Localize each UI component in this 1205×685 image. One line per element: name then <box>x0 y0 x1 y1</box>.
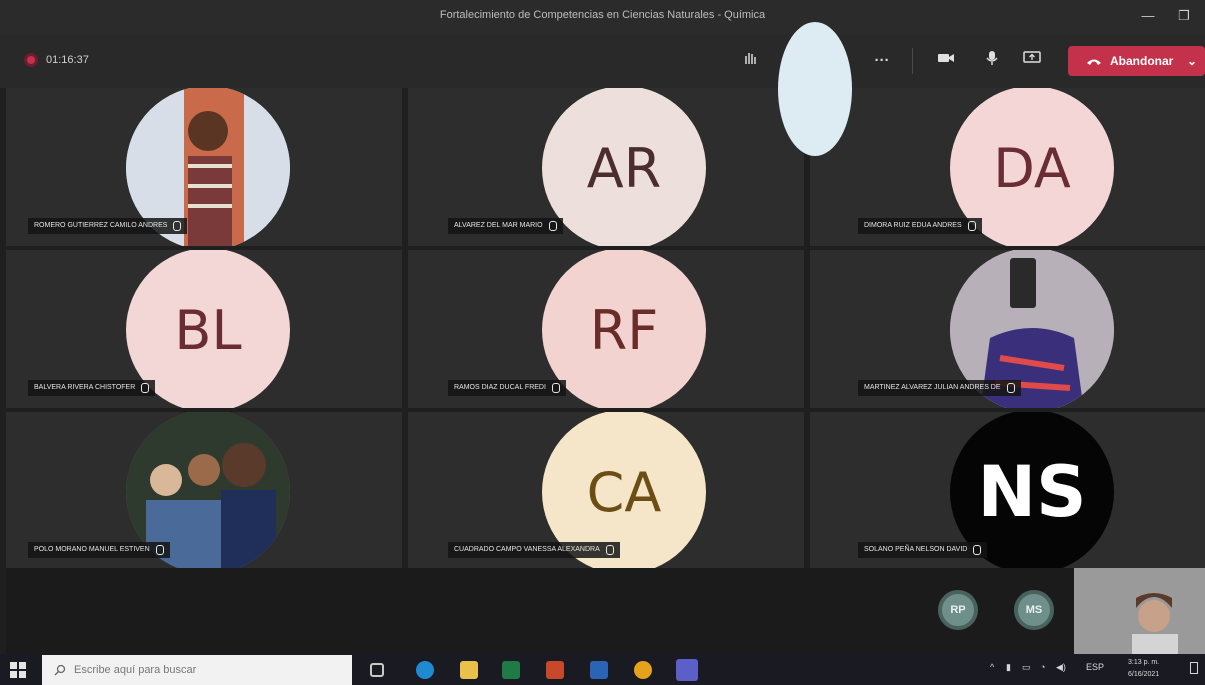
overflow-avatar[interactable]: RP <box>938 590 978 630</box>
toolbar-divider <box>912 48 913 74</box>
hang-up-icon <box>1087 59 1101 65</box>
raise-hand-button[interactable] <box>738 50 762 72</box>
participant-name: SOLANO PEÑA NELSON DAVID <box>858 542 988 558</box>
microphone-icon <box>986 51 998 65</box>
share-screen-icon <box>1023 51 1041 63</box>
participant-name: BALVERA RIVERA CHISTOFER <box>28 380 156 396</box>
person-photo-icon <box>1074 568 1205 654</box>
participant-name: MARTINEZ ALVAREZ JULIAN ANDRES DE <box>858 380 1021 396</box>
mic-muted-icon <box>173 221 182 231</box>
mic-muted-icon <box>1006 383 1015 393</box>
edge-icon[interactable] <box>416 661 434 679</box>
participant-name: CUADRADO CAMPO VANESSA ALEXANDRA <box>448 542 620 558</box>
clock-date: 6/16/2021 <box>1128 671 1160 678</box>
tray-expand-icon[interactable]: ^ <box>990 662 994 672</box>
language-indicator[interactable]: ESP <box>1086 662 1104 672</box>
mic-muted-icon <box>973 545 982 555</box>
leave-button[interactable]: Abandonar ⌄ <box>1068 46 1205 76</box>
notifications-icon[interactable] <box>1190 662 1198 674</box>
mic-muted-icon <box>967 221 976 231</box>
taskbar-clock[interactable]: 3:13 p. m. 6/16/2021 <box>1128 657 1159 681</box>
start-button[interactable] <box>10 662 26 678</box>
meeting-timer: 01:16:37 <box>24 53 89 67</box>
participant-grid: ROMERO GUTIERREZ CAMILO ANDRES AR ALVARE… <box>6 88 1205 570</box>
initials-avatar: RF <box>542 250 706 408</box>
chrome-icon[interactable] <box>634 661 652 679</box>
more-actions-button[interactable]: ··· <box>870 50 894 72</box>
redaction-overlay <box>778 22 852 156</box>
windows-taskbar: Escribe aquí para buscar ^ ▮ ▭ ◔ ◀) ESP … <box>0 654 1205 685</box>
tray-mic-icon[interactable]: ▮ <box>1006 662 1011 673</box>
participant-tile[interactable]: BL BALVERA RIVERA CHISTOFER <box>6 250 402 408</box>
participant-tile[interactable]: RF RAMOS DIAZ DUCAL FREDI <box>408 250 804 408</box>
overflow-avatar[interactable]: MS <box>1014 590 1054 630</box>
share-screen-button[interactable] <box>1020 50 1044 72</box>
camera-icon <box>938 54 954 62</box>
taskbar-search-input[interactable]: Escribe aquí para buscar <box>42 655 352 685</box>
self-view-video <box>1074 568 1205 654</box>
mic-muted-icon <box>155 545 164 555</box>
search-icon <box>54 664 66 676</box>
mic-muted-icon <box>141 383 150 393</box>
window-titlebar: Fortalecimiento de Competencias en Cienc… <box>0 0 1205 34</box>
excel-icon[interactable] <box>502 661 520 679</box>
participant-name: POLO MORANO MANUEL ESTIVEN <box>28 542 170 558</box>
task-view-icon[interactable] <box>370 663 384 677</box>
initials-avatar: AR <box>542 88 706 246</box>
camera-button[interactable] <box>934 50 958 72</box>
clock-time: 3:13 p. m. <box>1128 659 1160 666</box>
mic-muted-icon <box>551 383 560 393</box>
powerpoint-icon[interactable] <box>546 661 564 679</box>
search-placeholder: Escribe aquí para buscar <box>74 664 197 676</box>
timer-text: 01:16:37 <box>46 54 89 66</box>
minimize-button[interactable]: — <box>1136 6 1160 26</box>
participant-tile[interactable]: ROMERO GUTIERREZ CAMILO ANDRES <box>6 88 402 246</box>
meeting-toolbar: 01:16:37 ··· Abandonar ⌄ <box>0 34 1205 88</box>
window-title: Fortalecimiento de Competencias en Cienc… <box>439 9 766 21</box>
participant-tile[interactable]: NS SOLANO PEÑA NELSON DAVID <box>810 412 1205 570</box>
word-icon[interactable] <box>590 661 608 679</box>
microphone-button[interactable] <box>980 50 1004 72</box>
overflow-strip: RP MS <box>6 568 1205 654</box>
participant-tile[interactable]: POLO MORANO MANUEL ESTIVEN <box>6 412 402 570</box>
participant-tile[interactable]: MARTINEZ ALVAREZ JULIAN ANDRES DE <box>810 250 1205 408</box>
restore-button[interactable]: ❐ <box>1172 6 1196 26</box>
participant-name: DIMORA RUIZ EDUA ANDRES <box>858 218 982 234</box>
mic-muted-icon <box>605 545 614 555</box>
participant-name: ALVAREZ DEL MAR MARIO <box>448 218 563 234</box>
battery-icon[interactable]: ▭ <box>1022 662 1031 673</box>
leave-options-chevron-icon[interactable]: ⌄ <box>1187 54 1197 68</box>
participant-tile[interactable]: DA DIMORA RUIZ EDUA ANDRES <box>810 88 1205 246</box>
volume-icon[interactable]: ◀) <box>1056 662 1066 673</box>
teams-meeting-window: Fortalecimiento de Competencias en Cienc… <box>0 0 1205 685</box>
participant-name: RAMOS DIAZ DUCAL FREDI <box>448 380 566 396</box>
participant-name: ROMERO GUTIERREZ CAMILO ANDRES <box>28 218 188 234</box>
participant-tile[interactable]: AR ALVAREZ DEL MAR MARIO <box>408 88 804 246</box>
teams-icon[interactable] <box>676 659 698 681</box>
network-icon[interactable]: ◔ <box>1040 662 1045 672</box>
participant-tile[interactable]: CA CUADRADO CAMPO VANESSA ALEXANDRA <box>408 412 804 570</box>
raise-hand-icon <box>745 53 756 64</box>
mic-muted-icon <box>548 221 557 231</box>
leave-label: Abandonar <box>1110 54 1174 68</box>
recording-icon <box>24 53 38 67</box>
file-explorer-icon[interactable] <box>460 661 478 679</box>
